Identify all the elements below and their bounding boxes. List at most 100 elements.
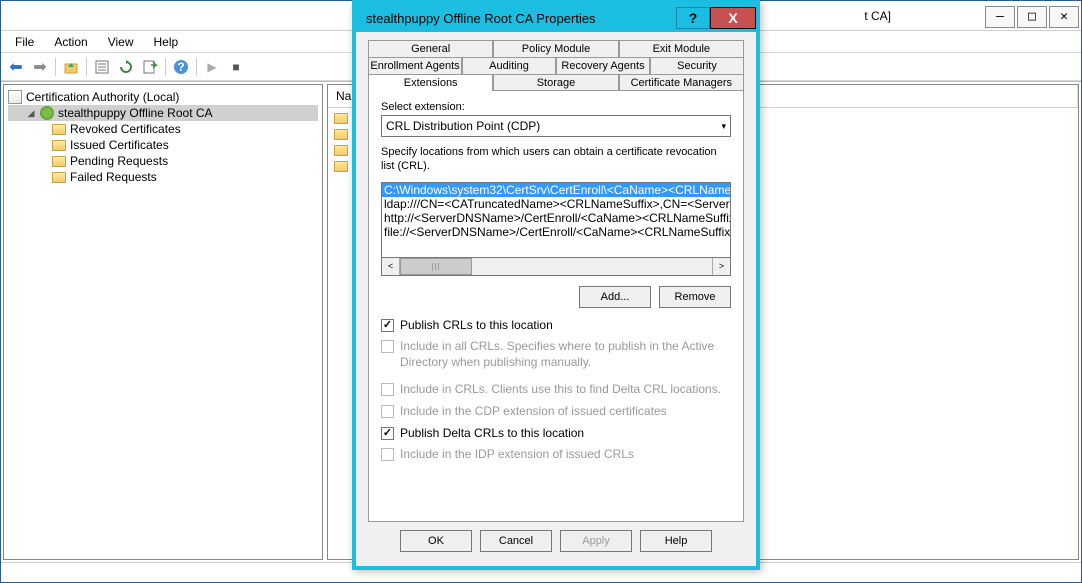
dialog-close-button[interactable]: X <box>710 7 756 29</box>
tree-root[interactable]: Certification Authority (Local) <box>8 89 318 105</box>
scroll-thumb[interactable]: ||| <box>400 258 472 275</box>
dialog-title-bar[interactable]: stealthpuppy Offline Root CA Properties … <box>356 4 756 32</box>
up-button[interactable] <box>60 56 82 78</box>
menu-view[interactable]: View <box>98 33 144 51</box>
tree-item-label: Failed Requests <box>70 170 157 184</box>
folder-icon <box>334 145 348 156</box>
locations-listbox[interactable]: C:\Windows\system32\CertSrv\CertEnroll\<… <box>381 182 731 258</box>
checkbox-icon <box>381 448 394 461</box>
dialog-help-button[interactable]: ? <box>676 7 710 29</box>
properties-button[interactable] <box>91 56 113 78</box>
folder-icon <box>334 113 348 124</box>
tree-item-label: Pending Requests <box>70 154 168 168</box>
folder-icon <box>52 172 66 183</box>
properties-dialog: stealthpuppy Offline Root CA Properties … <box>352 0 760 570</box>
folder-icon <box>52 124 66 135</box>
cancel-button[interactable]: Cancel <box>480 530 552 552</box>
tab-certificate-managers[interactable]: Certificate Managers <box>619 74 744 91</box>
menu-help[interactable]: Help <box>144 33 189 51</box>
close-button[interactable]: ✕ <box>1049 6 1079 28</box>
tab-security[interactable]: Security <box>650 57 744 74</box>
folder-icon <box>334 161 348 172</box>
tab-policy-module[interactable]: Policy Module <box>493 40 618 57</box>
tree-revoked[interactable]: Revoked Certificates <box>8 121 318 137</box>
scroll-left-button[interactable]: < <box>382 258 400 275</box>
help-toolbar-button[interactable]: ? <box>170 56 192 78</box>
tree-pane[interactable]: Certification Authority (Local) ◢ stealt… <box>3 84 323 560</box>
properties-icon <box>94 59 110 75</box>
dialog-title: stealthpuppy Offline Root CA Properties <box>366 11 596 26</box>
cert-authority-icon <box>8 90 22 104</box>
play-button[interactable]: ▶ <box>201 56 223 78</box>
checkbox-label: Publish Delta CRLs to this location <box>400 426 584 442</box>
menu-action[interactable]: Action <box>44 33 97 51</box>
tree-pending[interactable]: Pending Requests <box>8 153 318 169</box>
tree-root-label: Certification Authority (Local) <box>26 90 179 104</box>
arrow-left-icon: ⬅ <box>9 57 22 77</box>
tab-storage[interactable]: Storage <box>493 74 618 91</box>
folder-icon <box>52 140 66 151</box>
stop-icon: ■ <box>232 60 239 74</box>
arrow-right-icon: ➡ <box>33 57 46 77</box>
tree-issued[interactable]: Issued Certificates <box>8 137 318 153</box>
menu-file[interactable]: File <box>5 33 44 51</box>
scroll-track[interactable]: ||| <box>400 258 712 275</box>
svg-text:?: ? <box>177 60 184 74</box>
apply-button[interactable]: Apply <box>560 530 632 552</box>
checkbox-icon[interactable] <box>381 319 394 332</box>
refresh-icon <box>118 59 134 75</box>
checkbox-icon <box>381 405 394 418</box>
ca-icon <box>40 106 54 120</box>
help-button[interactable]: Help <box>640 530 712 552</box>
checkbox-label: Include in all CRLs. Specifies where to … <box>400 339 731 370</box>
extension-select[interactable]: CRL Distribution Point (CDP) ▾ <box>381 115 731 137</box>
checkbox-icon[interactable] <box>381 427 394 440</box>
extension-select-value: CRL Distribution Point (CDP) <box>386 119 540 133</box>
location-item[interactable]: http://<ServerDNSName>/CertEnroll/<CaNam… <box>382 211 730 225</box>
ok-button[interactable]: OK <box>400 530 472 552</box>
tree-ca-node[interactable]: ◢ stealthpuppy Offline Root CA <box>8 105 318 121</box>
minimize-button[interactable]: — <box>985 6 1015 28</box>
checkbox-icon <box>381 340 394 353</box>
expander-icon[interactable]: ◢ <box>26 108 36 119</box>
tab-content: Select extension: CRL Distribution Point… <box>368 90 744 522</box>
forward-button[interactable]: ➡ <box>29 56 51 78</box>
location-item[interactable]: C:\Windows\system32\CertSrv\CertEnroll\<… <box>382 183 730 197</box>
folder-icon <box>52 156 66 167</box>
chk-publish-delta[interactable]: Publish Delta CRLs to this location <box>381 426 731 442</box>
checkbox-icon <box>381 383 394 396</box>
chk-publish-crls[interactable]: Publish CRLs to this location <box>381 318 731 334</box>
tab-auditing[interactable]: Auditing <box>462 57 556 74</box>
export-button[interactable] <box>139 56 161 78</box>
location-item[interactable]: ldap:///CN=<CATruncatedName><CRLNameSuff… <box>382 197 730 211</box>
remove-button[interactable]: Remove <box>659 286 731 308</box>
tab-general[interactable]: General <box>368 40 493 57</box>
tab-recovery-agents[interactable]: Recovery Agents <box>556 57 650 74</box>
chk-include-crls: Include in CRLs. Clients use this to fin… <box>381 382 731 398</box>
chk-include-idp: Include in the IDP extension of issued C… <box>381 447 731 463</box>
extension-desc: Specify locations from which users can o… <box>381 145 731 174</box>
folder-icon <box>334 129 348 140</box>
checkbox-label: Include in the IDP extension of issued C… <box>400 447 634 463</box>
tab-strip: General Policy Module Exit Module Enroll… <box>368 40 744 91</box>
tab-extensions[interactable]: Extensions <box>368 74 493 91</box>
select-extension-label: Select extension: <box>381 101 731 113</box>
export-icon <box>142 59 158 75</box>
tab-exit-module[interactable]: Exit Module <box>619 40 744 57</box>
maximize-button[interactable]: □ <box>1017 6 1047 28</box>
stop-button[interactable]: ■ <box>225 56 247 78</box>
tab-enrollment-agents[interactable]: Enrollment Agents <box>368 57 462 74</box>
tree-failed[interactable]: Failed Requests <box>8 169 318 185</box>
refresh-button[interactable] <box>115 56 137 78</box>
back-button[interactable]: ⬅ <box>5 56 27 78</box>
checkbox-label: Include in CRLs. Clients use this to fin… <box>400 382 721 398</box>
add-button[interactable]: Add... <box>579 286 651 308</box>
tree-ca-label: stealthpuppy Offline Root CA <box>58 106 213 120</box>
listbox-hscroll[interactable]: < ||| > <box>381 258 731 276</box>
checkbox-label: Publish CRLs to this location <box>400 318 553 334</box>
chk-include-all-crls: Include in all CRLs. Specifies where to … <box>381 339 731 370</box>
chk-include-cdp: Include in the CDP extension of issued c… <box>381 404 731 420</box>
location-item[interactable]: file://<ServerDNSName>/CertEnroll/<CaNam… <box>382 225 730 239</box>
scroll-right-button[interactable]: > <box>712 258 730 275</box>
folder-up-icon <box>63 59 79 75</box>
